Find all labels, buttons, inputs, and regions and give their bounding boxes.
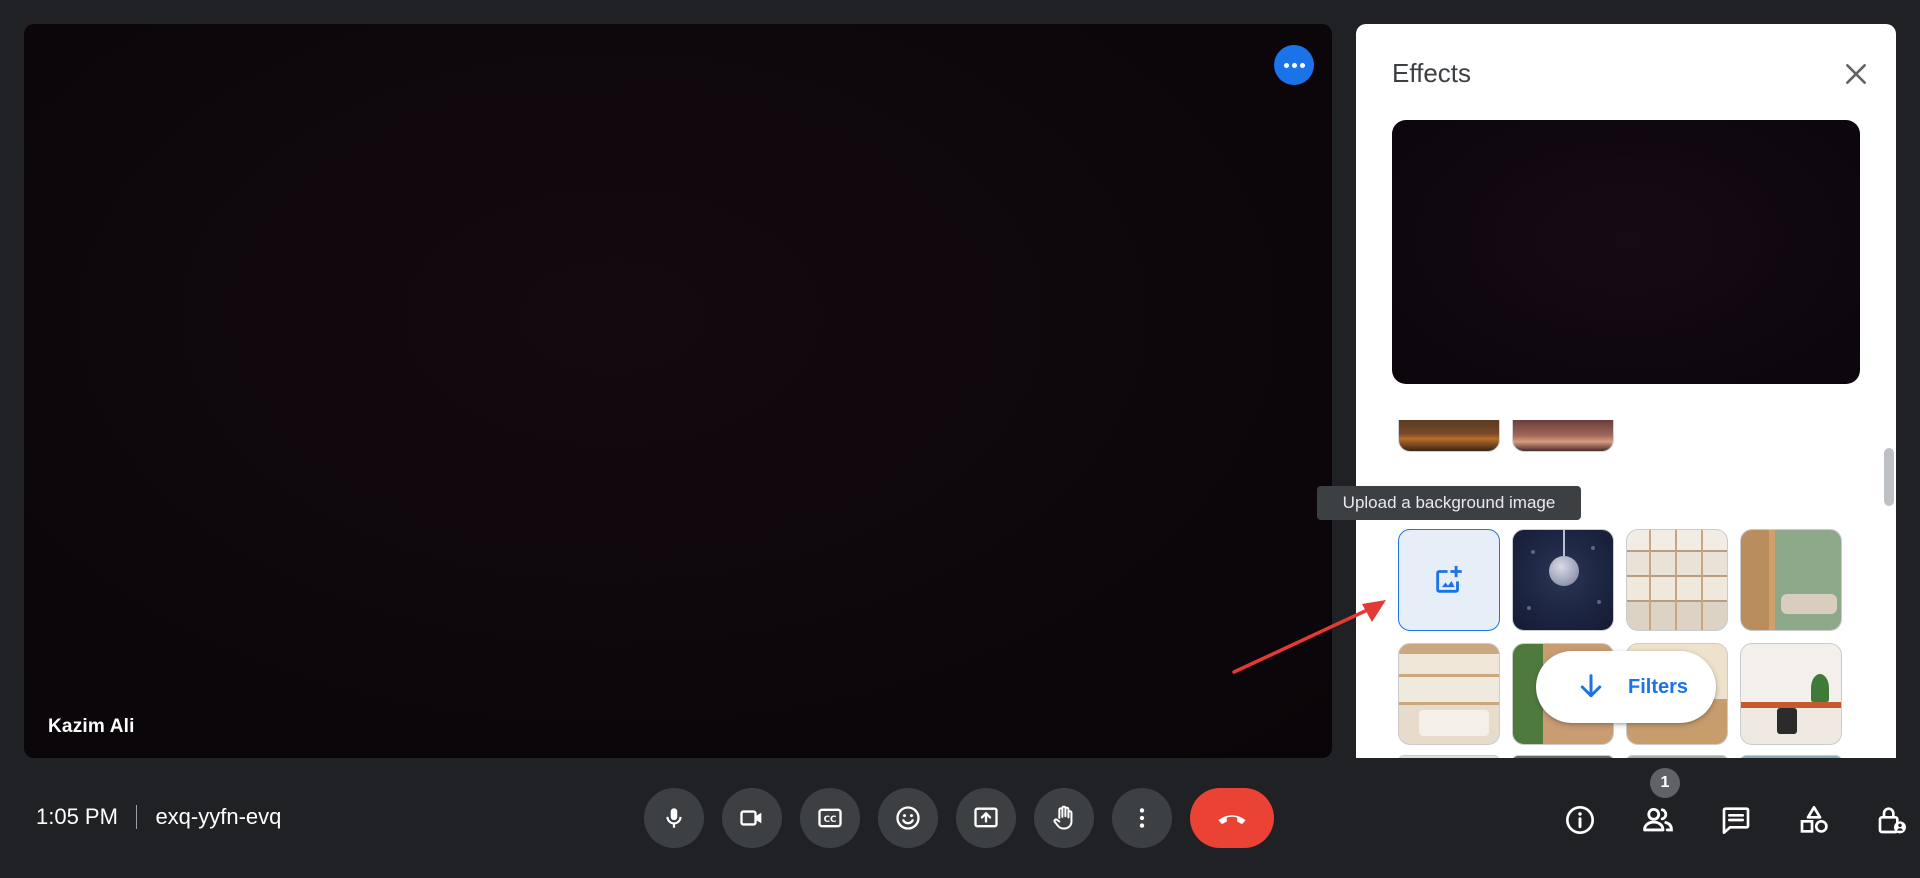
hand-icon xyxy=(1053,805,1073,830)
dot xyxy=(1299,62,1305,68)
closed-captions-icon: CC xyxy=(818,808,842,828)
mic-icon xyxy=(666,808,682,828)
snowflake xyxy=(1527,606,1531,610)
meeting-time: 1:05 PM xyxy=(36,804,118,829)
upload-background-button[interactable] xyxy=(1398,529,1500,631)
dot xyxy=(1283,62,1289,68)
chat-button[interactable] xyxy=(1712,796,1760,844)
tile-more-options-button[interactable] xyxy=(1274,45,1314,85)
background-bookshelves[interactable] xyxy=(1626,529,1728,631)
meeting-details-button[interactable] xyxy=(1556,796,1604,844)
call-end-icon xyxy=(1218,815,1246,825)
microphone-button[interactable] xyxy=(644,788,704,848)
filters-button[interactable]: Filters xyxy=(1536,651,1716,723)
dot xyxy=(1291,62,1297,68)
call-controls: CC xyxy=(644,788,1274,848)
participant-name: Kazim Ali xyxy=(48,716,135,737)
self-preview xyxy=(1392,120,1860,384)
ornament-ball xyxy=(1549,556,1579,586)
background-bookshelves-bedroom[interactable] xyxy=(1398,643,1500,745)
chair xyxy=(1777,708,1797,734)
people-count-badge: 1 xyxy=(1650,768,1680,798)
activities-button[interactable] xyxy=(1790,796,1838,844)
upload-tooltip: Upload a background image xyxy=(1317,486,1581,520)
snowflake xyxy=(1591,546,1595,550)
divider xyxy=(135,805,138,829)
meet-window: Kazim Ali Effects Filters Upload a backg… xyxy=(0,0,1920,878)
snowflake xyxy=(1531,550,1535,554)
people-icon xyxy=(1643,807,1673,832)
present-screen-icon xyxy=(974,807,998,828)
arrow-down-icon xyxy=(1580,674,1602,698)
sofa xyxy=(1781,594,1837,614)
background-home-office[interactable] xyxy=(1740,643,1842,745)
activities-icon xyxy=(1800,806,1828,833)
chat-icon xyxy=(1722,807,1750,834)
meeting-code: exq-yyfn-evq xyxy=(155,804,282,829)
meeting-info: 1:05 PM exq-yyfn-evq xyxy=(36,802,281,832)
plant xyxy=(1811,674,1829,702)
background-christmas-ornament[interactable] xyxy=(1512,529,1614,631)
camera-button[interactable] xyxy=(722,788,782,848)
close-icon xyxy=(1846,64,1866,84)
background-option-partial[interactable] xyxy=(1398,420,1500,452)
emoji-icon xyxy=(896,806,920,830)
bed xyxy=(1419,710,1489,736)
present-button[interactable] xyxy=(956,788,1016,848)
host-controls-button[interactable] xyxy=(1868,796,1916,844)
background-option-partial[interactable] xyxy=(1512,420,1614,452)
raise-hand-button[interactable] xyxy=(1034,788,1094,848)
add-photo-icon xyxy=(1436,565,1462,593)
svg-text:CC: CC xyxy=(824,815,837,825)
people-button[interactable] xyxy=(1634,796,1682,844)
host-controls-icon xyxy=(1878,807,1906,834)
annotation-arrow-icon xyxy=(1232,600,1386,674)
ornament-string xyxy=(1563,530,1565,556)
more-vertical-icon xyxy=(1139,808,1145,828)
background-living-room[interactable] xyxy=(1740,529,1842,631)
snowflake xyxy=(1597,600,1601,604)
close-panel-button[interactable] xyxy=(1838,56,1874,92)
meeting-tools xyxy=(1556,796,1916,844)
captions-button[interactable]: CC xyxy=(800,788,860,848)
leave-call-button[interactable] xyxy=(1190,788,1274,848)
videocam-icon xyxy=(740,810,762,826)
panel-scrollbar[interactable] xyxy=(1884,448,1894,506)
video-tile: Kazim Ali xyxy=(24,24,1332,758)
panel-title: Effects xyxy=(1392,58,1472,88)
info-icon xyxy=(1566,806,1594,834)
reactions-button[interactable] xyxy=(878,788,938,848)
filters-label: Filters xyxy=(1628,675,1689,698)
effects-panel: Effects Filters xyxy=(1356,24,1896,758)
bottom-bar: 1:05 PM exq-yyfn-evq CC 1 xyxy=(0,758,1920,878)
more-options-button[interactable] xyxy=(1112,788,1172,848)
